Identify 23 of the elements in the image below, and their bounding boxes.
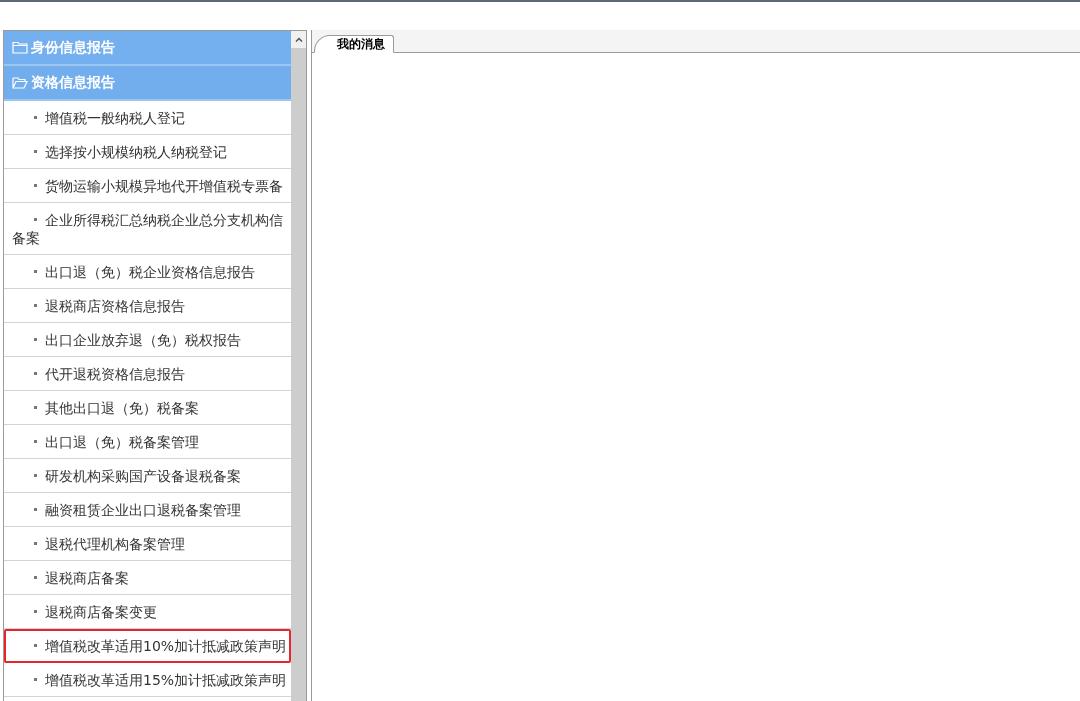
bullet-icon: [34, 184, 37, 187]
bullet-icon: [34, 678, 37, 681]
bullet-icon: [34, 508, 37, 511]
bullet-icon: [34, 542, 37, 545]
folder-icon: [12, 41, 28, 54]
bullet-icon: [34, 304, 37, 307]
open-folder-icon: [12, 76, 28, 89]
bullet-icon: [34, 270, 37, 273]
bullet-icon: [34, 576, 37, 579]
bullet-icon: [34, 150, 37, 153]
tab[interactable]: 我的消息: [314, 35, 394, 53]
scrollbar[interactable]: [291, 31, 306, 701]
bullet-icon: [34, 406, 37, 409]
bullet-icon: [34, 116, 37, 119]
scroll-up-icon[interactable]: [295, 37, 303, 42]
bullet-icon: [34, 218, 37, 221]
bullet-icon: [34, 644, 37, 647]
sidebar-item[interactable]: 增值税改革适用10%加计抵减政策声明: [4, 629, 291, 663]
bullet-icon: [34, 474, 37, 477]
bullet-icon: [34, 372, 37, 375]
bullet-icon: [34, 440, 37, 443]
bullet-icon: [34, 338, 37, 341]
bullet-icon: [34, 610, 37, 613]
